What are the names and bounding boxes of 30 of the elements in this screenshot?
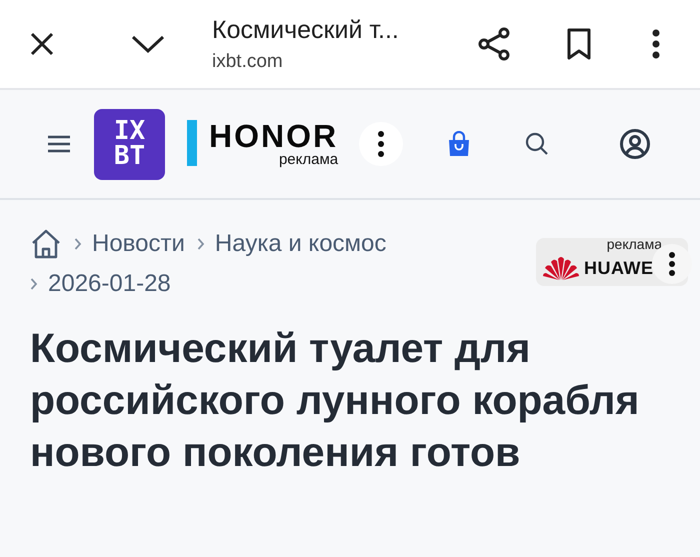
breadcrumb-link[interactable]: Наука и космос (214, 230, 386, 258)
brand-name: HUAWE (584, 258, 654, 278)
more-icon (668, 251, 676, 277)
ad-label: реклама (606, 236, 662, 252)
flower-logo-icon (542, 255, 580, 281)
share-icon (476, 26, 512, 62)
ad-options-button[interactable] (359, 122, 404, 166)
shopping-bag-icon (447, 131, 472, 157)
bookmark-icon (566, 27, 592, 61)
chevron-right-icon (196, 237, 205, 251)
site-logo[interactable]: IX BT (94, 108, 165, 180)
breadcrumb-link[interactable]: 2026-01-28 (48, 270, 171, 298)
home-icon (30, 228, 62, 260)
more-icon (377, 130, 386, 158)
chevron-right-icon (30, 277, 38, 291)
user-icon (619, 128, 652, 160)
page-url: ixbt.com (212, 50, 284, 72)
chevron-right-icon (74, 237, 82, 251)
more-icon (651, 28, 661, 60)
chevron-down-icon (131, 34, 165, 54)
menu-icon (46, 134, 72, 154)
search-icon (524, 131, 550, 157)
ad-label: реклама (278, 152, 338, 168)
close-icon (28, 30, 56, 58)
home-link[interactable] (30, 228, 62, 260)
article-title: Космический туалет для российского лунного корабля нового поколения готов (30, 324, 640, 477)
brand-name: HONOR (209, 120, 338, 152)
page-title: Космический т... (212, 16, 400, 44)
breadcrumb-link[interactable]: Новости (92, 230, 185, 258)
ad-banner[interactable]: HONOR реклама (187, 120, 338, 168)
